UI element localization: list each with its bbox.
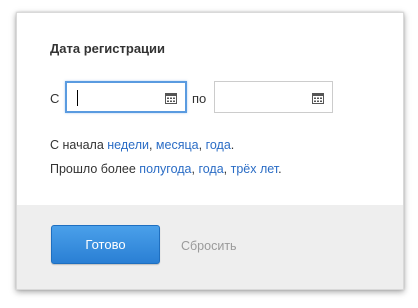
filter-title: Дата регистрации	[50, 41, 166, 56]
link-since-month[interactable]: месяца	[156, 138, 199, 152]
quick-range-since: С начала недели, месяца, года.	[50, 138, 235, 152]
to-label: по	[192, 91, 207, 106]
done-button[interactable]: Готово	[51, 225, 160, 264]
calendar-icon[interactable]	[165, 92, 177, 104]
registration-date-filter-popup: Дата регистрации С по С начала недели, м…	[16, 12, 404, 290]
popup-footer: Готово Сбросить	[17, 205, 403, 289]
reset-button[interactable]: Сбросить	[181, 239, 237, 253]
quick-range-passed: Прошло более полугода, года, трёх лет.	[50, 162, 282, 176]
calendar-icon[interactable]	[312, 92, 324, 104]
link-passed-half-year[interactable]: полугода	[139, 162, 191, 176]
since-prefix: С начала	[50, 138, 104, 152]
passed-prefix: Прошло более	[50, 162, 136, 176]
from-label: С	[50, 91, 60, 106]
link-passed-year[interactable]: года	[198, 162, 223, 176]
link-passed-three-years[interactable]: трёх лет	[231, 162, 279, 176]
date-range-row: С по	[17, 81, 403, 117]
text-caret	[77, 90, 78, 106]
link-since-year[interactable]: года	[206, 138, 231, 152]
date-from-input[interactable]	[65, 81, 187, 113]
link-since-week[interactable]: недели	[107, 138, 149, 152]
date-to-input[interactable]	[214, 81, 333, 113]
